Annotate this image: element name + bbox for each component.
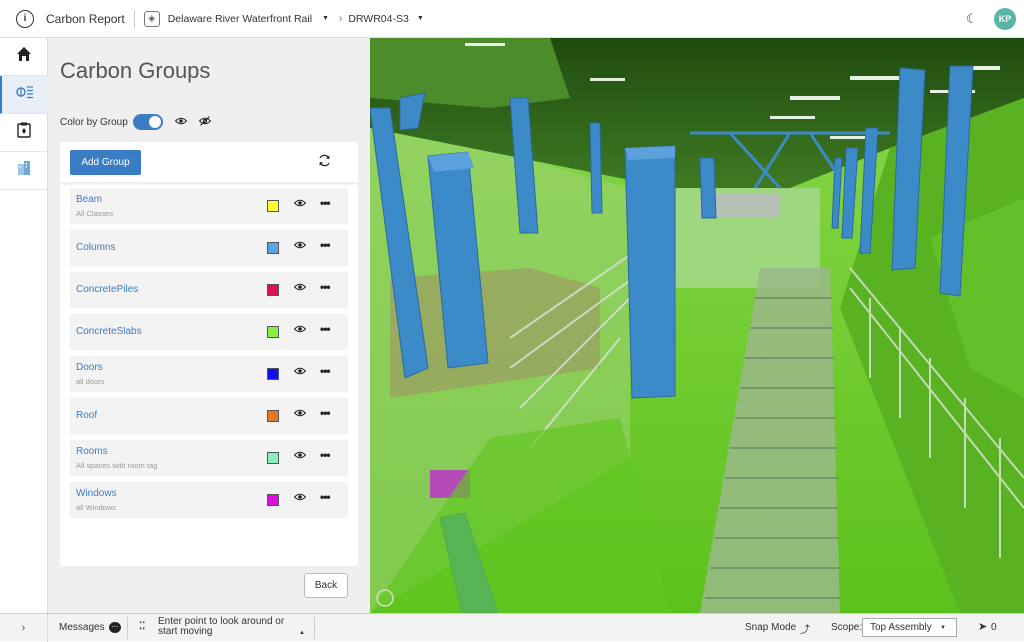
chevron-down-icon[interactable]: ▲ — [299, 630, 305, 636]
page-title: Carbon Groups — [60, 58, 211, 83]
more-options-icon[interactable]: ••• — [320, 280, 331, 294]
carbon-group-row[interactable]: Beam All Classes ••• — [70, 188, 348, 224]
chevron-down-icon: ▼ — [940, 625, 946, 631]
status-bar: › Messages ⋯ ⁚⁚ Enter point to look aroun… — [0, 613, 1024, 642]
rail-item-home[interactable] — [0, 38, 48, 76]
group-color-swatch[interactable] — [267, 410, 279, 422]
group-color-swatch[interactable] — [267, 452, 279, 464]
hide-all-eye-off-icon[interactable] — [198, 115, 212, 129]
carbon-groups-panel: Carbon Groups Color by Group Add Group B… — [48, 38, 370, 613]
more-options-icon[interactable]: ••• — [320, 364, 331, 378]
chevron-right-icon: › — [338, 13, 343, 24]
carbon-group-row[interactable]: Windows all Windows ••• — [70, 482, 348, 518]
snap-mode-icon[interactable]: ⤴ — [800, 621, 810, 636]
visibility-eye-icon[interactable] — [293, 408, 307, 420]
group-color-swatch[interactable] — [267, 494, 279, 506]
visibility-eye-icon[interactable] — [293, 198, 307, 210]
visibility-eye-icon[interactable] — [293, 366, 307, 378]
carbon-group-row[interactable]: Rooms All spaces with room tag ••• — [70, 440, 348, 476]
rail-item-carbon-groups[interactable] — [0, 76, 48, 114]
3d-viewport[interactable] — [370, 38, 1024, 613]
refresh-icon[interactable] — [318, 154, 331, 170]
model-render — [370, 38, 1024, 613]
rail-item-buildings[interactable] — [0, 152, 48, 190]
group-color-swatch[interactable] — [267, 368, 279, 380]
clipboard-icon — [17, 122, 31, 143]
group-color-swatch[interactable] — [267, 326, 279, 338]
message-icon: ⋯ — [108, 622, 121, 633]
visibility-eye-icon[interactable] — [293, 240, 307, 252]
divider — [314, 617, 315, 639]
app-title: Carbon Report — [46, 11, 125, 26]
more-options-icon[interactable]: ••• — [320, 196, 331, 210]
visibility-eye-icon[interactable] — [293, 492, 307, 504]
color-by-group-label: Color by Group — [60, 116, 128, 128]
back-button[interactable]: Back — [304, 573, 348, 598]
chevron-down-icon[interactable]: ▼ — [417, 15, 424, 22]
expand-rail-chevron-icon[interactable]: › — [0, 614, 48, 642]
add-group-button[interactable]: Add Group — [70, 150, 141, 175]
visibility-eye-icon[interactable] — [293, 324, 307, 336]
more-options-icon[interactable]: ••• — [320, 490, 331, 504]
more-options-icon[interactable]: ••• — [320, 238, 331, 252]
snap-mode-label[interactable]: Snap Mode — [745, 622, 796, 633]
group-subtitle: All Classes — [76, 209, 114, 218]
buildings-icon — [17, 160, 31, 181]
messages-button[interactable]: Messages ⋯ — [59, 622, 121, 633]
carbon-group-row[interactable]: ConcretePiles ••• — [70, 272, 348, 308]
toggle-knob — [148, 116, 161, 128]
group-color-swatch[interactable] — [267, 242, 279, 254]
show-all-eye-icon[interactable] — [174, 116, 188, 128]
carbon-group-row[interactable]: ConcreteSlabs ••• — [70, 314, 348, 350]
group-subtitle: all doors — [76, 377, 105, 386]
left-rail — [0, 38, 48, 613]
carbon-groups-icon — [16, 85, 34, 104]
tool-hint: Enter point to look around or start movi… — [158, 616, 285, 637]
group-name[interactable]: ConcreteSlabs — [76, 326, 142, 337]
group-name[interactable]: Doors — [76, 362, 103, 373]
cursor-icon: ➤ — [978, 621, 988, 633]
scope-select[interactable]: Top Assembly ▼ — [862, 618, 957, 637]
messages-label: Messages — [59, 622, 105, 634]
moon-icon[interactable]: ☾ — [966, 11, 978, 27]
group-subtitle: All spaces with room tag — [76, 461, 158, 470]
header-shadow — [60, 182, 358, 186]
group-name[interactable]: Columns — [76, 242, 115, 253]
group-name[interactable]: Roof — [76, 410, 97, 421]
groups-list-container: Add Group Beam All Classes ••• Columns ••• Co… — [60, 142, 358, 566]
divider — [133, 9, 135, 28]
chevron-down-icon[interactable]: ▼ — [322, 15, 329, 22]
project-breadcrumb[interactable]: Delaware River Waterfront Rail — [168, 13, 312, 25]
visibility-eye-icon[interactable] — [293, 450, 307, 462]
color-by-group-row: Color by Group — [60, 114, 212, 130]
project-icon: ◈ — [143, 10, 160, 27]
rail-item-report[interactable] — [0, 114, 48, 152]
carbon-group-row[interactable]: Columns ••• — [70, 230, 348, 266]
scope-label: Scope: — [831, 622, 863, 633]
more-options-icon[interactable]: ••• — [320, 322, 331, 336]
group-subtitle: all Windows — [76, 503, 117, 512]
group-color-swatch[interactable] — [267, 200, 279, 212]
visibility-eye-icon[interactable] — [293, 282, 307, 294]
avatar[interactable]: KP — [994, 8, 1016, 30]
top-bar: i Carbon Report ◈ Delaware River Waterfr… — [0, 0, 1024, 38]
group-name[interactable]: ConcretePiles — [76, 284, 138, 295]
model-breadcrumb[interactable]: DRWR04-S3 — [348, 13, 409, 25]
selection-count: 0 — [991, 622, 997, 633]
more-options-icon[interactable]: ••• — [320, 448, 331, 462]
group-name[interactable]: Windows — [76, 488, 117, 499]
scope-value: Top Assembly — [870, 622, 932, 633]
group-color-swatch[interactable] — [267, 284, 279, 296]
carbon-group-row[interactable]: Roof ••• — [70, 398, 348, 434]
more-options-icon[interactable]: ••• — [320, 406, 331, 420]
home-icon — [16, 46, 32, 67]
color-by-group-toggle[interactable] — [132, 114, 163, 130]
group-name[interactable]: Beam — [76, 194, 102, 205]
group-name[interactable]: Rooms — [76, 446, 108, 457]
carbon-group-row[interactable]: Doors all doors ••• — [70, 356, 348, 392]
info-circle-icon[interactable]: i — [16, 9, 34, 28]
footsteps-icon: ⁚⁚ — [139, 621, 146, 632]
divider — [127, 617, 128, 639]
